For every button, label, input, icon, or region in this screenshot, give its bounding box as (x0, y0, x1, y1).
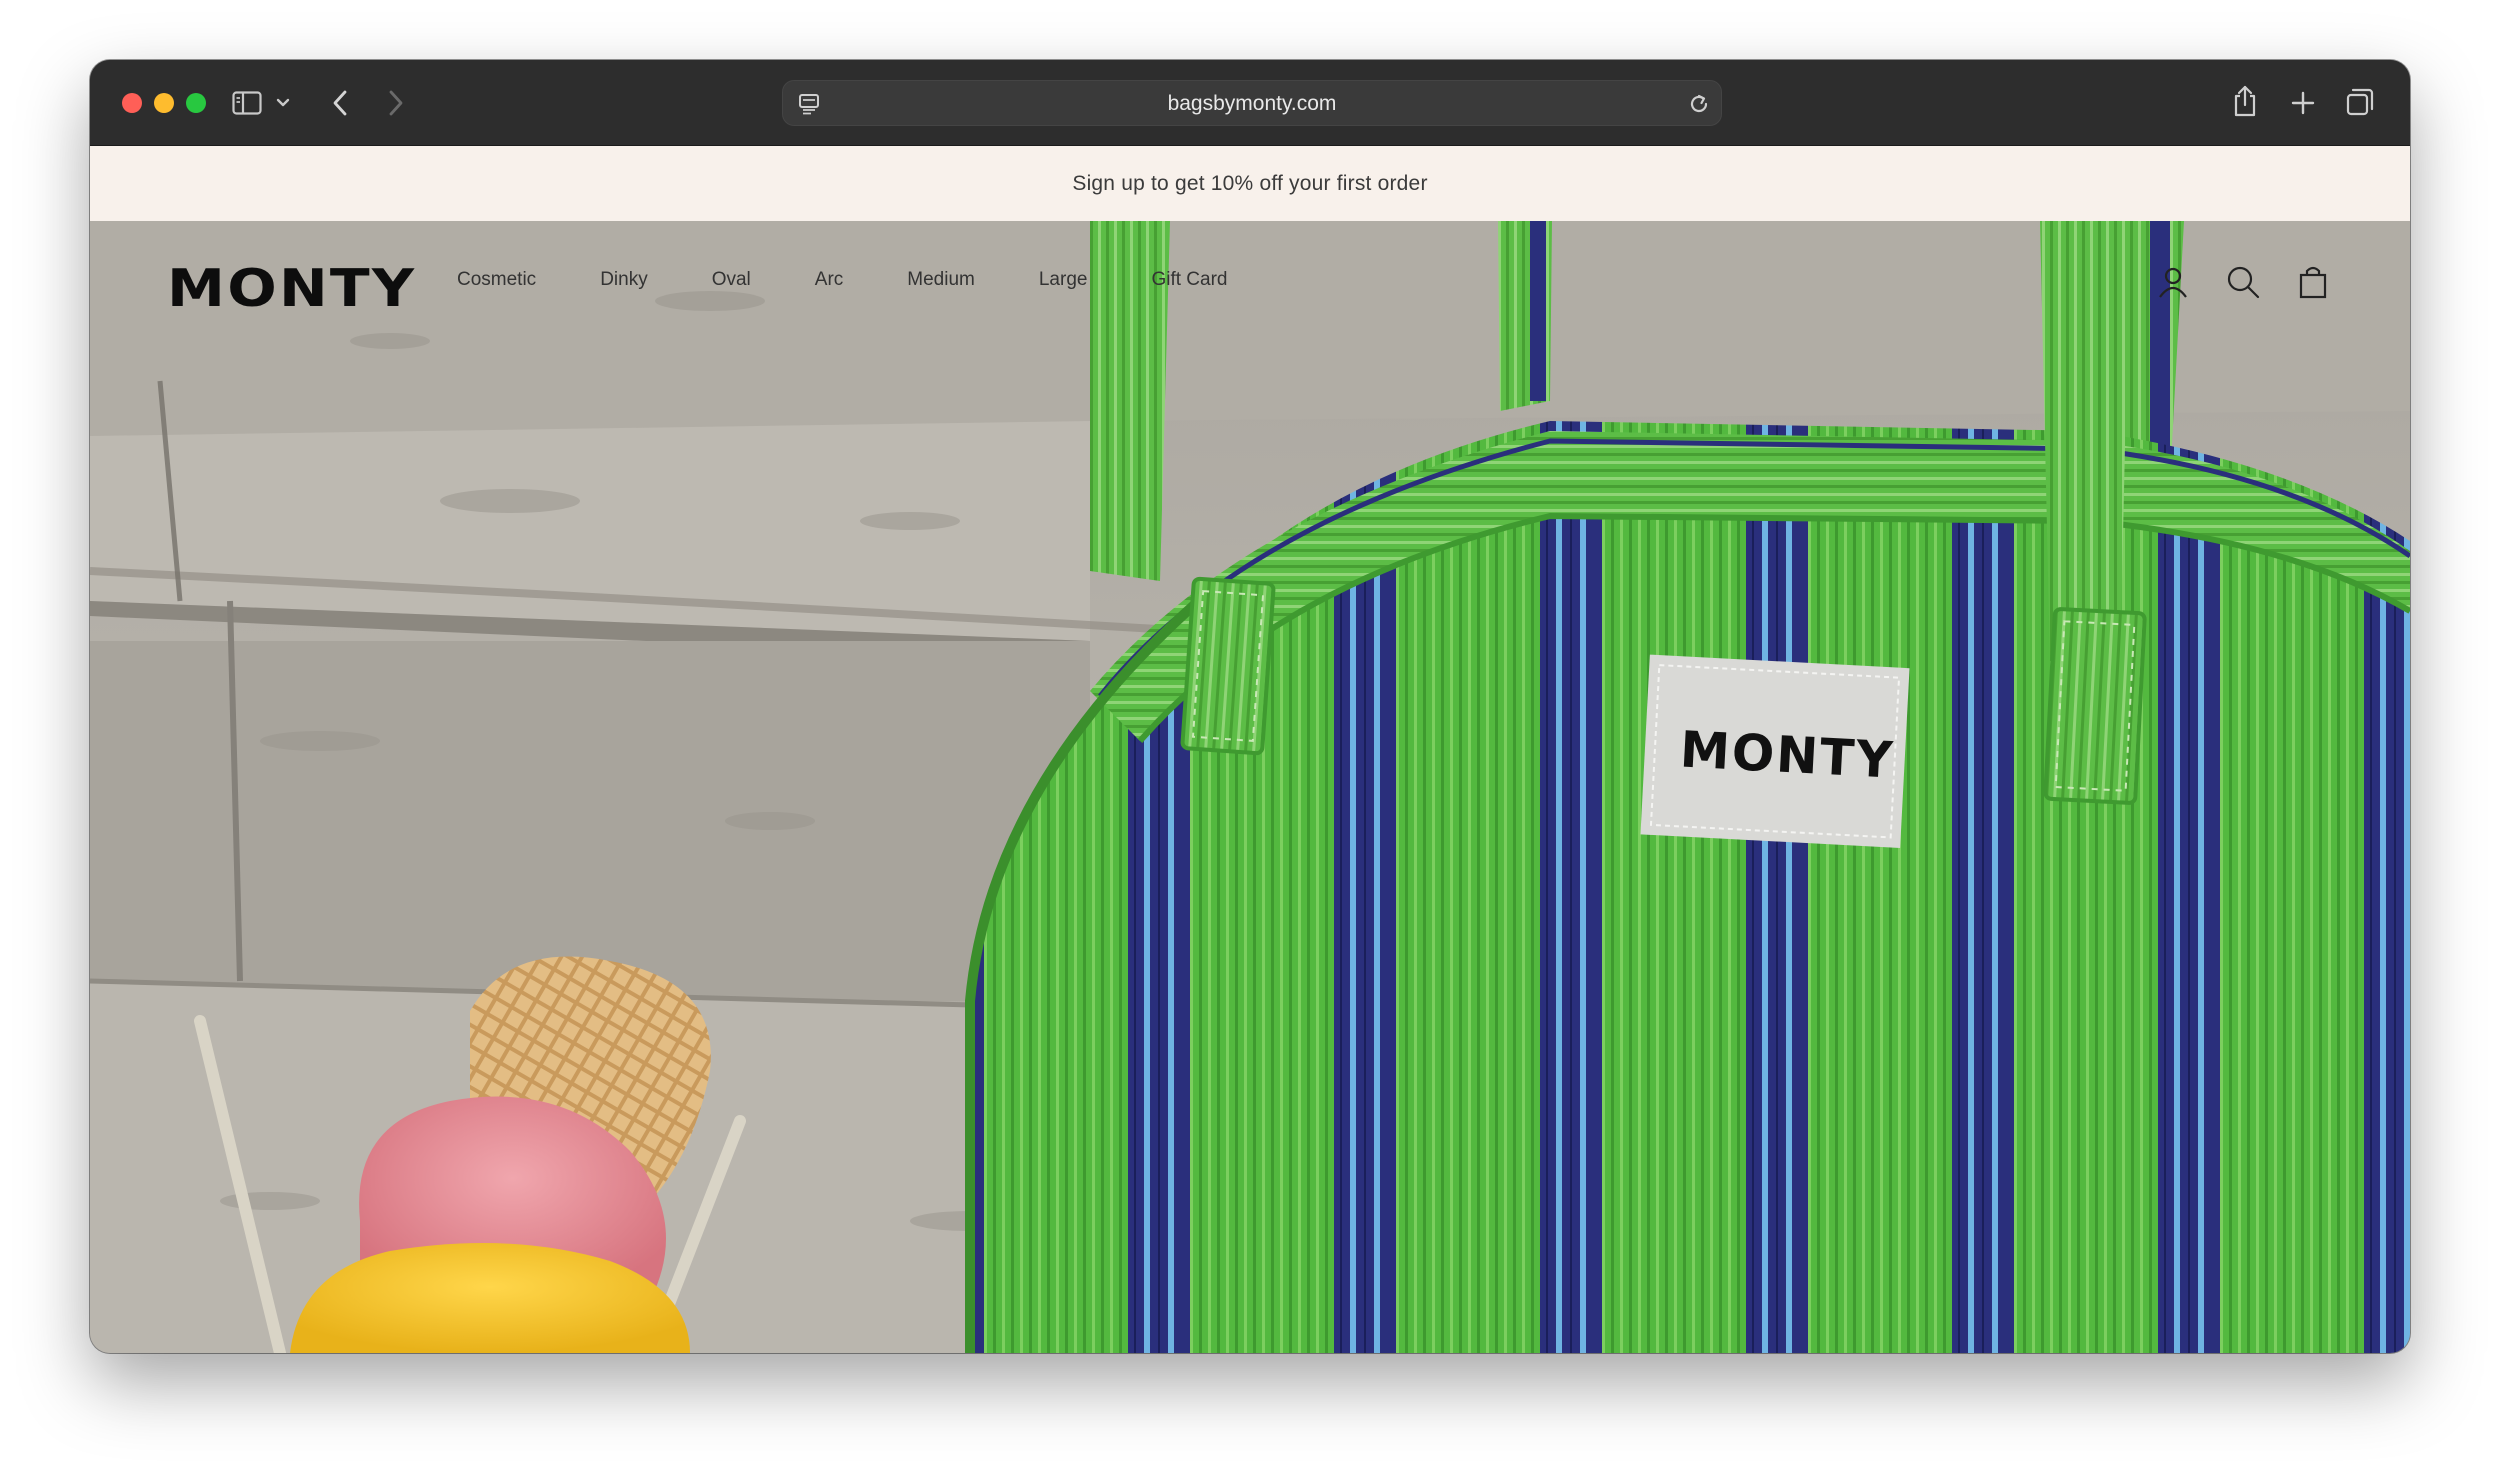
hero-photo (90, 221, 2410, 1353)
nav-item-medium[interactable]: Medium (907, 269, 975, 291)
nav-item-dinky[interactable]: Dinky (600, 269, 648, 291)
main-nav: Cosmetic Dinky Oval Arc Medium Large Gif… (457, 269, 1292, 291)
nav-item-cosmetic[interactable]: Cosmetic (457, 269, 536, 291)
announcement-text[interactable]: Sign up to get 10% off your first order (1072, 172, 1427, 196)
plus-icon[interactable] (2288, 88, 2318, 118)
zoom-window-button[interactable] (186, 93, 206, 113)
announcement-bar[interactable]: Sign up to get 10% off your first order (90, 146, 2410, 221)
site-logo[interactable]: MONTY (167, 259, 416, 319)
nav-item-oval[interactable]: Oval (712, 269, 751, 291)
nav-item-gift-card[interactable]: Gift Card (1151, 269, 1227, 291)
nav-item-arc[interactable]: Arc (815, 269, 844, 291)
sidebar-icon[interactable] (230, 86, 264, 120)
chevron-down-icon[interactable] (274, 94, 292, 112)
search-icon[interactable] (2224, 263, 2262, 301)
nav-item-large[interactable]: Large (1039, 269, 1088, 291)
address-bar[interactable]: bagsbymonty.com (782, 80, 1722, 126)
chevron-left-icon[interactable] (326, 86, 354, 120)
close-window-button[interactable] (122, 93, 142, 113)
browser-window: bagsbymonty.com Sign up to get 10% off y… (90, 60, 2410, 1353)
url-text[interactable]: bagsbymonty.com (783, 81, 1721, 127)
chevron-right-icon[interactable] (382, 86, 410, 120)
tab-overview-icon[interactable] (2344, 86, 2376, 118)
hero-banner[interactable]: MONTY MONTY Cosmetic Dinky Oval Arc Medi… (90, 221, 2410, 1353)
reload-icon[interactable] (1687, 92, 1711, 116)
cart-icon[interactable] (2294, 263, 2332, 301)
account-icon[interactable] (2154, 263, 2192, 301)
share-icon[interactable] (2230, 82, 2260, 120)
bag-label-text: MONTY (1678, 720, 1896, 790)
browser-toolbar: bagsbymonty.com (90, 60, 2410, 146)
web-page: Sign up to get 10% off your first order (90, 146, 2410, 1353)
minimize-window-button[interactable] (154, 93, 174, 113)
